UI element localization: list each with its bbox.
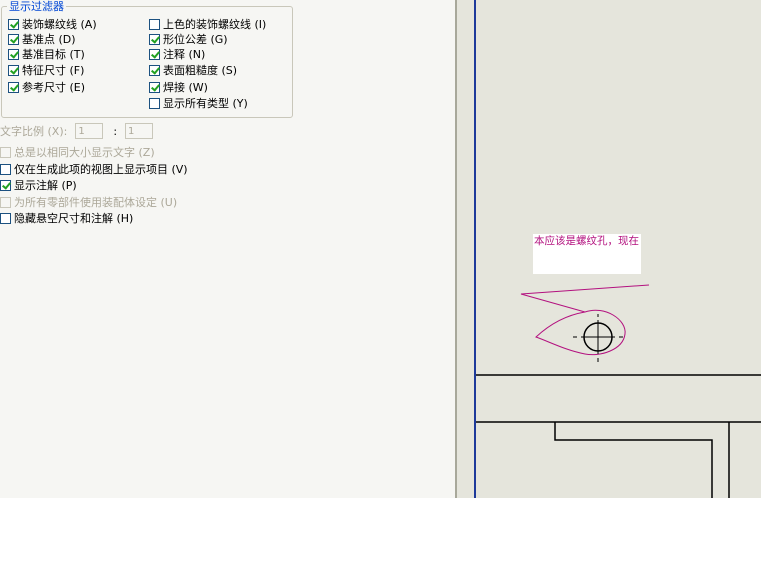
checkbox-label: 基准目标 (T) bbox=[22, 48, 85, 61]
checkbox-display-all-types[interactable]: 显示所有类型 (Y) bbox=[149, 97, 248, 110]
checkbox-box[interactable] bbox=[149, 49, 160, 60]
checkbox-surface-finish[interactable]: 表面粗糙度 (S) bbox=[149, 64, 237, 77]
checkbox-box[interactable] bbox=[0, 197, 11, 208]
drawing-note[interactable]: 本应该是螺纹孔，现在 bbox=[533, 234, 641, 274]
checkbox-use-assembly-setting[interactable]: 为所有零部件使用装配体设定 (U) bbox=[0, 196, 177, 209]
checkbox-shaded-cosmetic-thread[interactable]: 上色的装饰螺纹线 (I) bbox=[149, 18, 266, 31]
checkbox-label: 注释 (N) bbox=[163, 48, 206, 61]
checkbox-box[interactable] bbox=[149, 82, 160, 93]
checkbox-display-annotations[interactable]: 显示注解 (P) bbox=[0, 179, 77, 192]
checkbox-label: 表面粗糙度 (S) bbox=[163, 64, 238, 77]
checkbox-box[interactable] bbox=[149, 34, 160, 45]
checkbox-box[interactable] bbox=[8, 19, 19, 30]
checkbox-box[interactable] bbox=[0, 180, 11, 191]
checkbox-welds[interactable]: 焊接 (W) bbox=[149, 81, 208, 94]
checkbox-notes[interactable]: 注释 (N) bbox=[149, 48, 205, 61]
checkbox-geometric-tolerance[interactable]: 形位公差 (G) bbox=[149, 33, 228, 46]
checkbox-box[interactable] bbox=[8, 65, 19, 76]
checkbox-box[interactable] bbox=[149, 98, 160, 109]
checkbox-label: 总是以相同大小显示文字 (Z) bbox=[14, 146, 155, 159]
checkbox-label: 隐藏悬空尺寸和注解 (H) bbox=[14, 212, 134, 225]
checkbox-label: 为所有零部件使用装配体设定 (U) bbox=[14, 196, 178, 209]
checkbox-box[interactable] bbox=[0, 164, 11, 175]
text-scale-label: 文字比例 (X): bbox=[0, 125, 68, 138]
checkbox-same-size-text[interactable]: 总是以相同大小显示文字 (Z) bbox=[0, 146, 155, 159]
checkbox-label: 基准点 (D) bbox=[22, 33, 76, 46]
display-filter-title: 显示过滤器 bbox=[7, 0, 66, 13]
checkbox-feature-dimensions[interactable]: 特征尺寸 (F) bbox=[8, 64, 84, 77]
checkbox-label: 特征尺寸 (F) bbox=[22, 64, 85, 77]
checkbox-display-only-in-view[interactable]: 仅在生成此项的视图上显示项目 (V) bbox=[0, 163, 188, 176]
checkbox-reference-dimensions[interactable]: 参考尺寸 (E) bbox=[8, 81, 85, 94]
part-edge-line bbox=[554, 422, 713, 498]
checkbox-box[interactable] bbox=[0, 147, 11, 158]
text-scale-separator: : bbox=[113, 124, 118, 138]
checkbox-cosmetic-thread[interactable]: 装饰螺纹线 (A) bbox=[8, 18, 97, 31]
checkbox-label: 显示注解 (P) bbox=[14, 179, 77, 192]
checkbox-label: 参考尺寸 (E) bbox=[22, 81, 86, 94]
checkbox-hide-dangling[interactable]: 隐藏悬空尺寸和注解 (H) bbox=[0, 212, 133, 225]
checkbox-label: 装饰螺纹线 (A) bbox=[22, 18, 97, 31]
checkbox-label: 仅在生成此项的视图上显示项目 (V) bbox=[14, 163, 188, 176]
checkbox-box[interactable] bbox=[149, 19, 160, 30]
checkbox-box[interactable] bbox=[149, 65, 160, 76]
note-leader-line bbox=[520, 284, 650, 313]
checkbox-datum-target[interactable]: 基准目标 (T) bbox=[8, 48, 85, 61]
checkbox-box[interactable] bbox=[8, 82, 19, 93]
text-scale-row: 文字比例 (X): 1 : 1 bbox=[0, 123, 154, 139]
checkbox-label: 上色的装饰螺纹线 (I) bbox=[163, 18, 267, 31]
checkbox-label: 焊接 (W) bbox=[163, 81, 208, 94]
checkbox-label: 显示所有类型 (Y) bbox=[163, 97, 248, 110]
annotation-properties-panel: 显示过滤器 装饰螺纹线 (A) 基准点 (D) 基准目标 (T) 特征尺寸 (F… bbox=[0, 0, 455, 498]
checkbox-box[interactable] bbox=[8, 49, 19, 60]
text-scale-input-2[interactable]: 1 bbox=[125, 123, 154, 139]
checkbox-label: 形位公差 (G) bbox=[163, 33, 228, 46]
text-scale-input-1[interactable]: 1 bbox=[75, 123, 104, 139]
checkbox-box[interactable] bbox=[0, 213, 11, 224]
checkbox-datum-feature[interactable]: 基准点 (D) bbox=[8, 33, 76, 46]
checkbox-box[interactable] bbox=[8, 34, 19, 45]
